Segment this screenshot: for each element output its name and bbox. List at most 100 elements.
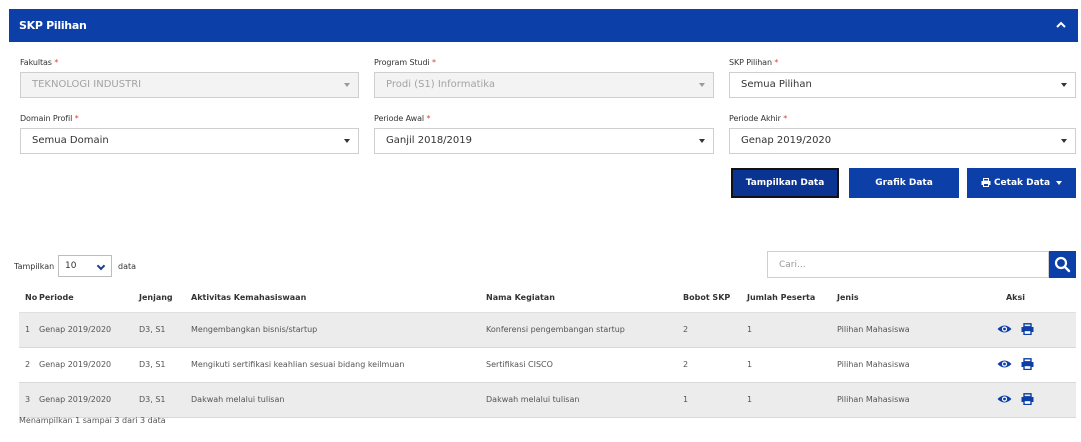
cell-periode: Genap 2019/2020 <box>39 381 139 418</box>
page-length-select[interactable]: 10 <box>58 255 112 277</box>
skp-pilihan-label: SKP Pilihan * <box>729 58 778 67</box>
table-row: 2 Genap 2019/2020 D3, S1 Mengikuti serti… <box>19 346 1076 383</box>
cell-jenis: Pilihan Mahasiswa <box>837 346 955 383</box>
table-info: Menampilkan 1 sampai 3 dari 3 data <box>19 416 166 425</box>
cell-kegiatan: Konferensi pengembangan startup <box>486 311 683 348</box>
cell-jenis: Pilihan Mahasiswa <box>837 381 955 418</box>
required-mark: * <box>432 58 436 67</box>
caret-down-icon <box>699 83 705 87</box>
col-header-aktivitas[interactable]: Aktivitas Kemahasiswaan <box>191 284 486 313</box>
cell-jenjang: D3, S1 <box>139 346 191 383</box>
skp-panel: SKP Pilihan Fakultas * TEKNOLOGI INDUSTR… <box>9 9 1078 439</box>
col-header-aksi: Aksi <box>955 284 1076 313</box>
periode-akhir-select[interactable]: Genap 2019/2020 <box>729 128 1076 154</box>
program-studi-select[interactable]: Prodi (S1) Informatika <box>374 72 714 98</box>
skp-pilihan-select[interactable]: Semua Pilihan <box>729 72 1076 98</box>
length-prefix: Tampilkan <box>14 262 55 271</box>
printer-icon[interactable] <box>1021 357 1034 372</box>
cell-jenis: Pilihan Mahasiswa <box>837 311 955 348</box>
cell-peserta: 1 <box>747 311 837 348</box>
cell-aksi <box>955 311 1076 348</box>
program-studi-label-text: Program Studi <box>374 58 430 67</box>
cetak-data-button[interactable]: Cetak Data <box>967 168 1076 198</box>
cetak-data-label: Cetak Data <box>993 178 1051 188</box>
fakultas-value: TEKNOLOGI INDUSTRI <box>32 79 142 90</box>
cell-kegiatan: Dakwah melalui tulisan <box>486 381 683 418</box>
cell-peserta: 1 <box>747 381 837 418</box>
table-row: 1 Genap 2019/2020 D3, S1 Mengembangkan b… <box>19 311 1076 348</box>
panel-header: SKP Pilihan <box>9 9 1078 42</box>
cell-aksi <box>955 381 1076 418</box>
periode-akhir-label: Periode Akhir * <box>729 114 787 123</box>
caret-down-icon <box>699 139 705 143</box>
required-mark: * <box>54 58 59 67</box>
cell-bobot: 2 <box>683 346 747 383</box>
cell-kegiatan: Sertifikasi CISCO <box>486 346 683 383</box>
col-header-jenjang[interactable]: Jenjang <box>139 284 191 313</box>
table-row: 3 Genap 2019/2020 D3, S1 Dakwah melalui … <box>19 381 1076 418</box>
search-button[interactable] <box>1049 251 1076 278</box>
cell-periode: Genap 2019/2020 <box>39 346 139 383</box>
chevron-down-icon <box>96 261 106 271</box>
required-mark: * <box>74 114 79 123</box>
panel-title: SKP Pilihan <box>19 19 87 32</box>
printer-icon <box>981 178 991 187</box>
cell-no: 1 <box>19 311 39 348</box>
periode-awal-label: Periode Awal * <box>374 114 430 123</box>
program-studi-label: Program Studi * <box>374 58 436 67</box>
periode-awal-value: Ganjil 2018/2019 <box>386 135 472 146</box>
required-mark: * <box>426 114 431 123</box>
printer-icon[interactable] <box>1021 322 1034 337</box>
cell-bobot: 2 <box>683 311 747 348</box>
caret-down-icon <box>344 139 350 143</box>
col-header-peserta[interactable]: Jumlah Peserta <box>747 284 837 313</box>
cell-no: 3 <box>19 381 39 418</box>
col-header-kegiatan[interactable]: Nama Kegiatan <box>486 284 683 313</box>
eye-icon[interactable] <box>997 324 1012 336</box>
caret-down-icon <box>1056 180 1063 185</box>
col-header-periode[interactable]: Periode <box>39 284 139 313</box>
col-header-bobot[interactable]: Bobot SKP <box>683 284 747 313</box>
domain-profil-value: Semua Domain <box>32 135 109 146</box>
periode-awal-select[interactable]: Ganjil 2018/2019 <box>374 128 714 154</box>
cell-peserta: 1 <box>747 346 837 383</box>
fakultas-label-text: Fakultas <box>20 58 52 67</box>
cell-aktivitas: Mengembangkan bisnis/startup <box>191 311 486 348</box>
program-studi-value: Prodi (S1) Informatika <box>386 79 496 90</box>
data-table: No Periode Jenjang Aktivitas Kemahasiswa… <box>19 284 1076 418</box>
fakultas-select[interactable]: TEKNOLOGI INDUSTRI <box>20 72 359 98</box>
grafik-data-button[interactable]: Grafik Data <box>849 168 959 198</box>
table-header-row: No Periode Jenjang Aktivitas Kemahasiswa… <box>19 284 1076 313</box>
cell-periode: Genap 2019/2020 <box>39 311 139 348</box>
length-suffix: data <box>118 262 137 271</box>
required-mark: * <box>783 114 788 123</box>
periode-akhir-value: Genap 2019/2020 <box>741 135 832 146</box>
cell-jenjang: D3, S1 <box>139 381 191 418</box>
cell-no: 2 <box>19 346 39 383</box>
cell-aktivitas: Mengikuti sertifikasi keahlian sesuai bi… <box>191 346 486 383</box>
caret-down-icon <box>1061 83 1067 87</box>
domain-profil-label: Domain Profil * <box>20 114 79 123</box>
tampilkan-data-button[interactable]: Tampilkan Data <box>731 168 839 198</box>
eye-icon[interactable] <box>997 394 1012 406</box>
caret-down-icon <box>344 83 350 87</box>
cell-aktivitas: Dakwah melalui tulisan <box>191 381 486 418</box>
periode-awal-label-text: Periode Awal <box>374 114 425 123</box>
col-header-jenis[interactable]: Jenis <box>837 284 955 313</box>
chevron-up-icon[interactable] <box>1054 18 1068 32</box>
eye-icon[interactable] <box>997 359 1012 371</box>
domain-profil-select[interactable]: Semua Domain <box>20 128 359 154</box>
search-input[interactable]: Cari... <box>767 251 1049 278</box>
skp-pilihan-value: Semua Pilihan <box>741 79 812 90</box>
col-header-no[interactable]: No <box>19 284 39 313</box>
cell-jenjang: D3, S1 <box>139 311 191 348</box>
search-icon <box>1054 256 1071 273</box>
fakultas-label: Fakultas * <box>20 58 58 67</box>
cell-bobot: 1 <box>683 381 747 418</box>
required-mark: * <box>774 58 779 67</box>
domain-profil-label-text: Domain Profil <box>20 114 73 123</box>
caret-down-icon <box>1061 139 1067 143</box>
cell-aksi <box>955 346 1076 383</box>
periode-akhir-label-text: Periode Akhir <box>729 114 781 123</box>
printer-icon[interactable] <box>1021 392 1034 407</box>
